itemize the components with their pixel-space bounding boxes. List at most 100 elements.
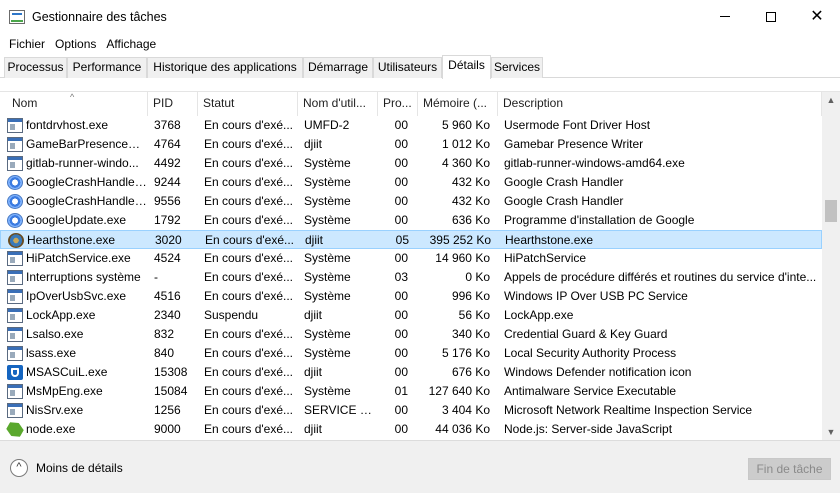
table-row[interactable]: GoogleCrashHandler.... 9244 En cours d'exé… xyxy=(0,173,822,192)
cell-name: Lsalso.exe xyxy=(26,327,84,341)
cell-memory: 395 252 Ko xyxy=(429,233,491,247)
column-header-status[interactable]: Statut xyxy=(198,92,298,116)
cell-cpu: 00 xyxy=(394,289,408,303)
window-icon xyxy=(7,270,23,285)
menu-affichage[interactable]: Affichage xyxy=(101,34,161,54)
window-icon xyxy=(7,137,23,152)
cell-status: En cours d'exé... xyxy=(204,270,294,284)
cell-description: Microsoft Network Realtime Inspection Se… xyxy=(504,403,753,417)
cell-cpu: 00 xyxy=(394,346,408,360)
tab-services[interactable]: Services xyxy=(491,57,543,78)
tab-historique[interactable]: Historique des applications xyxy=(147,57,303,78)
cell-pid: 832 xyxy=(154,327,175,341)
table-row[interactable]: HiPatchService.exe 4524 En cours d'exé... S… xyxy=(0,249,822,268)
column-header-name-label: Nom xyxy=(12,96,38,110)
cell-description: Hearthstone.exe xyxy=(505,233,594,247)
table-row[interactable]: MsMpEng.exe 15084 En cours d'exé... Système… xyxy=(0,382,822,401)
table-row[interactable]: fontdrvhost.exe 3768 En cours d'exé... UMFD… xyxy=(0,116,822,135)
cell-cpu: 00 xyxy=(394,175,408,189)
google-icon xyxy=(7,175,23,190)
tab-details[interactable]: Détails xyxy=(442,55,491,79)
column-header-description[interactable]: Description xyxy=(498,92,822,116)
cell-name: fontdrvhost.exe xyxy=(26,118,109,132)
menu-options[interactable]: Options xyxy=(50,34,101,54)
cell-description: gitlab-runner-windows-amd64.exe xyxy=(504,156,685,170)
scroll-up-icon[interactable]: ▲ xyxy=(822,92,840,109)
window-icon xyxy=(7,118,23,133)
cell-status: En cours d'exé... xyxy=(204,346,294,360)
column-header-cpu[interactable]: Pro... xyxy=(378,92,418,116)
window-icon xyxy=(7,403,23,418)
footer-bar: ^ Moins de détails Fin de tâche xyxy=(0,440,840,493)
cell-pid: 2340 xyxy=(154,308,181,322)
cell-cpu: 00 xyxy=(394,194,408,208)
cell-status: Suspendu xyxy=(204,308,259,322)
google-icon xyxy=(7,213,23,228)
scroll-down-icon[interactable]: ▼ xyxy=(822,424,840,441)
less-details-toggle[interactable]: ^ Moins de détails xyxy=(10,458,123,478)
cell-user: Système xyxy=(304,194,351,208)
cell-name: IpOverUsbSvc.exe xyxy=(26,289,127,303)
table-row[interactable]: Hearthstone.exe 3020 En cours d'exé... djii… xyxy=(0,230,822,249)
title-bar: Gestionnaire des tâches ✕ xyxy=(0,0,840,33)
cell-memory: 1 012 Ko xyxy=(441,137,490,151)
cell-user: Système xyxy=(304,384,351,398)
cell-name: GoogleUpdate.exe xyxy=(26,213,127,227)
table-row[interactable]: GoogleUpdate.exe 1792 En cours d'exé... Sys… xyxy=(0,211,822,230)
task-manager-icon xyxy=(9,10,25,24)
cell-cpu: 00 xyxy=(394,365,408,379)
cell-name: GoogleCrashHandler.... xyxy=(26,194,148,208)
cell-user: UMFD-2 xyxy=(304,118,350,132)
cell-memory: 3 404 Ko xyxy=(441,403,490,417)
scroll-thumb[interactable] xyxy=(825,200,837,222)
cell-pid: 840 xyxy=(154,346,175,360)
cell-name: MsMpEng.exe xyxy=(26,384,103,398)
column-header-user[interactable]: Nom d'util... xyxy=(298,92,378,116)
cell-user: Système xyxy=(304,327,351,341)
table-row[interactable]: MSASCuiL.exe 15308 En cours d'exé... djiit 0… xyxy=(0,363,822,382)
cell-memory: 0 Ko xyxy=(465,270,490,284)
table-row[interactable]: Interruptions système - En cours d'exé... S… xyxy=(0,268,822,287)
menu-bar: Fichier Options Affichage xyxy=(0,33,840,54)
cell-memory: 5 176 Ko xyxy=(441,346,490,360)
cell-status: En cours d'exé... xyxy=(204,289,294,303)
minimize-icon xyxy=(720,16,730,17)
cell-description: Windows IP Over USB PC Service xyxy=(504,289,688,303)
less-details-label: Moins de détails xyxy=(36,461,123,475)
tab-processus[interactable]: Processus xyxy=(4,57,67,78)
window-icon xyxy=(7,327,23,342)
table-row[interactable]: IpOverUsbSvc.exe 4516 En cours d'exé... Sys… xyxy=(0,287,822,306)
table-row[interactable]: NisSrv.exe 1256 En cours d'exé... SERVICE R… xyxy=(0,401,822,420)
table-row[interactable]: gitlab-runner-windo... 4492 En cours d'exé… xyxy=(0,154,822,173)
menu-fichier[interactable]: Fichier xyxy=(4,34,50,54)
cell-user: djiit xyxy=(304,422,323,436)
cell-memory: 676 Ko xyxy=(451,365,490,379)
table-row[interactable]: LockApp.exe 2340 Suspendu djiit 00 56 Ko LockA… xyxy=(0,306,822,325)
vertical-scrollbar[interactable]: ▲ ▼ xyxy=(822,92,840,441)
cell-user: Système xyxy=(304,175,351,189)
table-row[interactable]: node.exe 9000 En cours d'exé... djiit 00 44 0… xyxy=(0,420,822,439)
cell-name: gitlab-runner-windo... xyxy=(26,156,139,170)
end-task-button[interactable]: Fin de tâche xyxy=(748,458,831,480)
table-row[interactable]: GameBarPresenceWr... 4764 En cours d'exé..… xyxy=(0,135,822,154)
column-header-pid[interactable]: PID xyxy=(148,92,198,116)
table-row[interactable]: GoogleCrashHandler.... 9556 En cours d'exé… xyxy=(0,192,822,211)
table-row[interactable]: lsass.exe 840 En cours d'exé... Système 00 5 … xyxy=(0,344,822,363)
tab-utilisateurs[interactable]: Utilisateurs xyxy=(373,57,442,78)
minimize-button[interactable] xyxy=(702,0,748,33)
table-row[interactable]: Lsalso.exe 832 En cours d'exé... Système 00 3… xyxy=(0,325,822,344)
chevron-up-icon: ^ xyxy=(10,459,28,477)
maximize-button[interactable] xyxy=(748,0,794,33)
sort-ascending-icon: ^ xyxy=(70,92,75,102)
close-button[interactable]: ✕ xyxy=(794,0,840,33)
cell-description: Usermode Font Driver Host xyxy=(504,118,651,132)
cell-description: HiPatchService xyxy=(504,251,587,265)
tab-performance[interactable]: Performance xyxy=(67,57,147,78)
cell-memory: 5 960 Ko xyxy=(441,118,490,132)
column-header-memory[interactable]: Mémoire (... xyxy=(418,92,498,116)
cell-cpu: 00 xyxy=(394,156,408,170)
column-header-name[interactable]: ^ Nom xyxy=(0,92,148,116)
cell-status: En cours d'exé... xyxy=(204,175,294,189)
tab-demarrage[interactable]: Démarrage xyxy=(303,57,373,78)
cell-status: En cours d'exé... xyxy=(204,384,294,398)
